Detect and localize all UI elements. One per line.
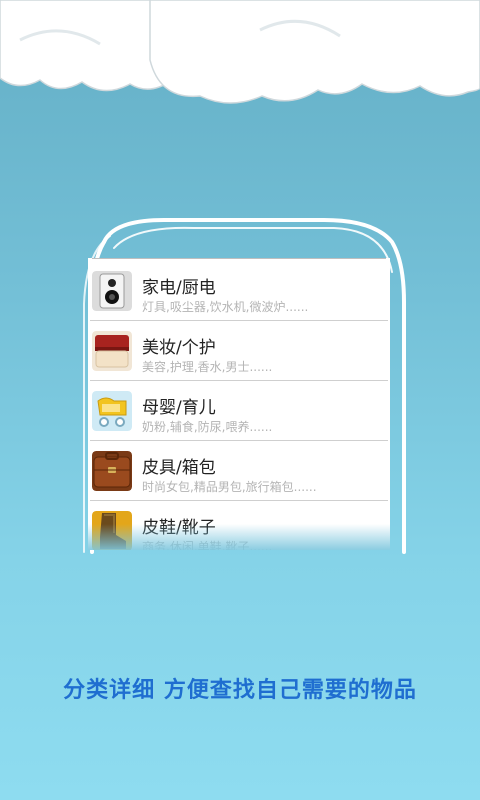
- category-title: 母婴/育儿: [142, 398, 216, 418]
- list-item[interactable]: 皮鞋/靴子 商务,休闲,单鞋,靴子......: [90, 501, 388, 550]
- cloud-decoration: [0, 0, 480, 104]
- category-list: 家电/厨电 灯具,吸尘器,饮水机,微波炉...... 美妆/个护 美容,护理,香…: [88, 258, 390, 550]
- boot-icon: [92, 511, 132, 550]
- baby-stroller-icon: [92, 391, 132, 431]
- category-subtitle: 时尚女包,精品男包,旅行箱包......: [142, 480, 317, 494]
- list-item[interactable]: 美妆/个护 美容,护理,香水,男士......: [90, 321, 388, 381]
- promo-tagline: 分类详细 方便查找自己需要的物品: [63, 678, 417, 703]
- category-subtitle: 商务,休闲,单鞋,靴子......: [142, 540, 273, 550]
- speaker-icon: [92, 271, 132, 311]
- category-subtitle: 奶粉,辅食,防尿,喂养......: [142, 420, 273, 434]
- category-subtitle: 灯具,吸尘器,饮水机,微波炉......: [142, 300, 309, 314]
- briefcase-icon: [92, 451, 132, 491]
- category-title: 家电/厨电: [142, 278, 216, 298]
- list-item[interactable]: 母婴/育儿 奶粉,辅食,防尿,喂养......: [90, 381, 388, 441]
- category-title: 皮鞋/靴子: [142, 518, 216, 538]
- list-item[interactable]: 皮具/箱包 时尚女包,精品男包,旅行箱包......: [90, 441, 388, 501]
- list-item[interactable]: 家电/厨电 灯具,吸尘器,饮水机,微波炉......: [90, 261, 388, 321]
- category-title: 美妆/个护: [142, 338, 216, 358]
- category-title: 皮具/箱包: [142, 458, 216, 478]
- cosmetics-jar-icon: [92, 331, 132, 371]
- category-subtitle: 美容,护理,香水,男士......: [142, 360, 273, 374]
